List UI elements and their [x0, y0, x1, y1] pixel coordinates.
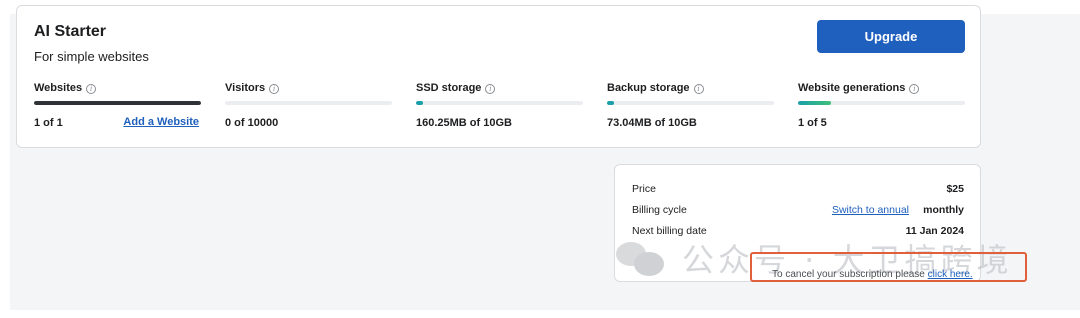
plan-subtitle: For simple websites [34, 49, 149, 64]
metric-backup-storage: Backup storage i 73.04MB of 10GB [607, 82, 774, 132]
usage-bar-fill [607, 101, 614, 105]
price-value: $25 [946, 183, 964, 195]
metric-website-generations: Website generations i 1 of 5 [798, 82, 965, 132]
billing-cycle-row: Billing cycle Switch to annual monthly [632, 204, 964, 218]
metric-title: Website generations [798, 82, 906, 94]
metric-title: Websites [34, 82, 83, 94]
info-icon[interactable]: i [693, 84, 704, 94]
usage-bar [607, 101, 774, 105]
usage-bar [416, 101, 583, 105]
info-icon[interactable]: i [909, 84, 920, 94]
billing-cycle-value: monthly [923, 204, 964, 216]
price-label: Price [632, 183, 656, 195]
upgrade-button[interactable]: Upgrade [817, 20, 965, 53]
info-icon[interactable]: i [485, 84, 496, 94]
metric-websites: Websites i 1 of 1 Add a Website [34, 82, 201, 132]
price-row: Price $25 [632, 183, 964, 197]
usage-bar [798, 101, 965, 105]
usage-bar [34, 101, 201, 105]
plan-card: AI Starter For simple websites Upgrade W… [16, 5, 981, 148]
metric-visitors: Visitors i 0 of 10000 [225, 82, 392, 132]
usage-bar-fill [34, 101, 201, 105]
billing-cycle-label: Billing cycle [632, 204, 687, 216]
switch-to-annual-link[interactable]: Switch to annual [832, 204, 909, 216]
metric-title: Visitors [225, 82, 266, 94]
highlight-annotation [750, 252, 1027, 282]
metric-value: 160.25MB of 10GB [416, 117, 512, 129]
metric-title: Backup storage [607, 82, 690, 94]
wechat-icon [614, 238, 668, 278]
metric-value: 0 of 10000 [225, 117, 279, 129]
info-icon[interactable]: i [86, 84, 97, 94]
usage-bar [225, 101, 392, 105]
usage-bar-fill [416, 101, 423, 105]
usage-bar-fill [798, 101, 832, 105]
metric-title: SSD storage [416, 82, 482, 94]
metric-value: 73.04MB of 10GB [607, 117, 697, 129]
metric-value: 1 of 5 [798, 117, 827, 129]
info-icon[interactable]: i [269, 84, 280, 94]
metric-value: 1 of 1 [34, 117, 63, 129]
add-website-link[interactable]: Add a Website [123, 116, 199, 128]
plan-name: AI Starter [34, 23, 107, 40]
metric-ssd-storage: SSD storage i 160.25MB of 10GB [416, 82, 583, 132]
